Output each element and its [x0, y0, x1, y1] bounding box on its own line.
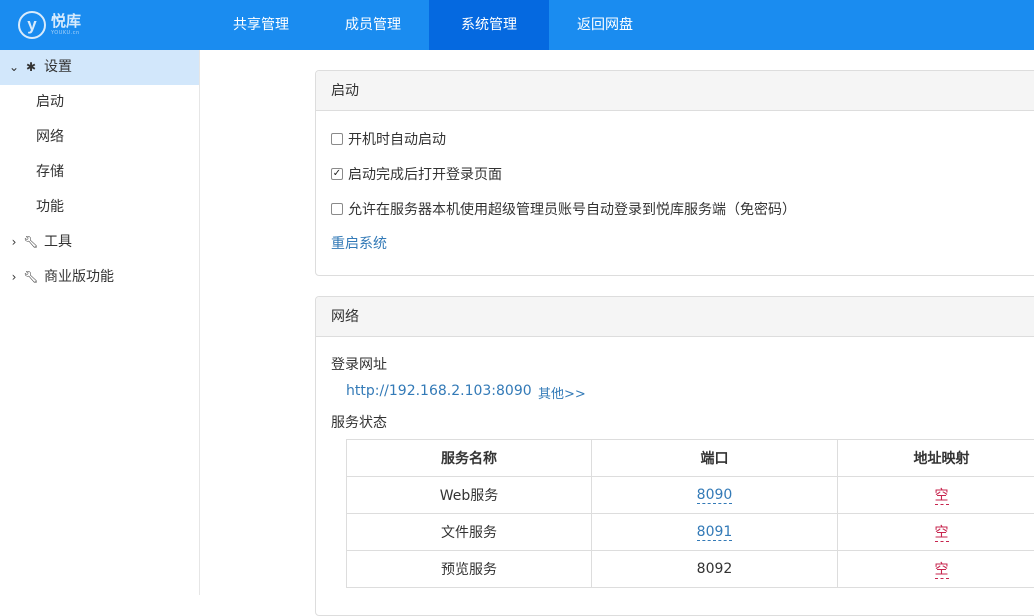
- top-bar: y 悦库 YOUKU.cn 共享管理 成员管理 系统管理 返回网盘: [0, 0, 1034, 50]
- main-nav: 共享管理 成员管理 系统管理 返回网盘: [205, 0, 661, 50]
- option-open-login-page[interactable]: ✓ 启动完成后打开登录页面: [331, 164, 502, 184]
- logo[interactable]: y 悦库 YOUKU.cn: [18, 9, 81, 41]
- panel-title: 启动: [316, 71, 1034, 111]
- service-name: 文件服务: [347, 514, 592, 551]
- chevron-down-icon: ⌄: [8, 50, 20, 85]
- chevron-right-icon: ›: [8, 225, 20, 260]
- gear-icon: ✱: [22, 50, 40, 85]
- sidebar: ⌄ ✱ 设置 启动 网络 存储 功能 › 🔧︎ 工具 › 🔧︎ 商业版功能: [0, 50, 200, 595]
- sidebar-group-business[interactable]: › 🔧︎ 商业版功能: [0, 260, 199, 295]
- table-row: 预览服务 8092 空: [347, 551, 1034, 588]
- option-label: 允许在服务器本机使用超级管理员账号自动登录到悦库服务端（免密码）: [348, 199, 796, 219]
- nav-back-to-drive[interactable]: 返回网盘: [549, 0, 661, 50]
- more-link[interactable]: 其他>>: [538, 383, 586, 402]
- mapping-edit-link[interactable]: 空: [935, 562, 949, 579]
- table-row: Web服务 8090 空: [347, 477, 1034, 514]
- port-link[interactable]: 8091: [697, 524, 733, 541]
- service-table: 服务名称 端口 地址映射 Web服务 8090 空 文件服务 8091 空 预览…: [346, 439, 1034, 588]
- logo-icon: y: [18, 11, 46, 39]
- mapping-edit-link[interactable]: 空: [935, 525, 949, 542]
- logo-sub: YOUKU.cn: [51, 31, 81, 36]
- option-label: 开机时自动启动: [348, 129, 446, 149]
- logo-name: 悦库: [51, 14, 81, 29]
- service-name: Web服务: [347, 477, 592, 514]
- column-header: 服务名称: [347, 440, 592, 477]
- checkbox[interactable]: [331, 133, 343, 145]
- mapping-edit-link[interactable]: 空: [935, 488, 949, 505]
- nav-system-management[interactable]: 系统管理: [429, 0, 549, 50]
- sidebar-group-label: 设置: [44, 50, 72, 85]
- sidebar-item-network[interactable]: 网络: [0, 120, 199, 155]
- wrench-icon: 🔧︎: [22, 225, 40, 260]
- service-status-label: 服务状态: [331, 412, 387, 432]
- option-admin-auto-login[interactable]: 允许在服务器本机使用超级管理员账号自动登录到悦库服务端（免密码）: [331, 199, 796, 219]
- column-header: 端口: [592, 440, 838, 477]
- checkbox-checked[interactable]: ✓: [331, 168, 343, 180]
- sidebar-item-storage[interactable]: 存储: [0, 155, 199, 190]
- sidebar-item-features[interactable]: 功能: [0, 190, 199, 225]
- checkbox[interactable]: [331, 203, 343, 215]
- option-label: 启动完成后打开登录页面: [348, 164, 502, 184]
- startup-panel: 启动 开机时自动启动 ✓ 启动完成后打开登录页面 允许在服务器本机使用超级管理员…: [315, 70, 1034, 276]
- port-value: 8092: [697, 561, 733, 577]
- nav-member-management[interactable]: 成员管理: [317, 0, 429, 50]
- service-name: 预览服务: [347, 551, 592, 588]
- sidebar-item-startup[interactable]: 启动: [0, 85, 199, 120]
- sidebar-group-settings[interactable]: ⌄ ✱ 设置: [0, 50, 199, 85]
- restart-system-link[interactable]: 重启系统: [331, 233, 387, 253]
- login-url-label: 登录网址: [331, 354, 387, 374]
- column-header: 地址映射: [838, 440, 1034, 477]
- table-header-row: 服务名称 端口 地址映射: [347, 440, 1034, 477]
- sidebar-group-label: 工具: [44, 225, 72, 260]
- wrench-icon: 🔧︎: [22, 260, 40, 295]
- chevron-right-icon: ›: [8, 260, 20, 295]
- option-auto-start[interactable]: 开机时自动启动: [331, 129, 446, 149]
- login-url-link[interactable]: http://192.168.2.103:8090: [346, 383, 532, 399]
- sidebar-group-tools[interactable]: › 🔧︎ 工具: [0, 225, 199, 260]
- nav-share-management[interactable]: 共享管理: [205, 0, 317, 50]
- port-link[interactable]: 8090: [697, 487, 733, 504]
- sidebar-group-label: 商业版功能: [44, 260, 114, 295]
- panel-title: 网络: [316, 297, 1034, 337]
- table-row: 文件服务 8091 空: [347, 514, 1034, 551]
- network-panel: 网络 登录网址 http://192.168.2.103:8090 其他>> 服…: [315, 296, 1034, 616]
